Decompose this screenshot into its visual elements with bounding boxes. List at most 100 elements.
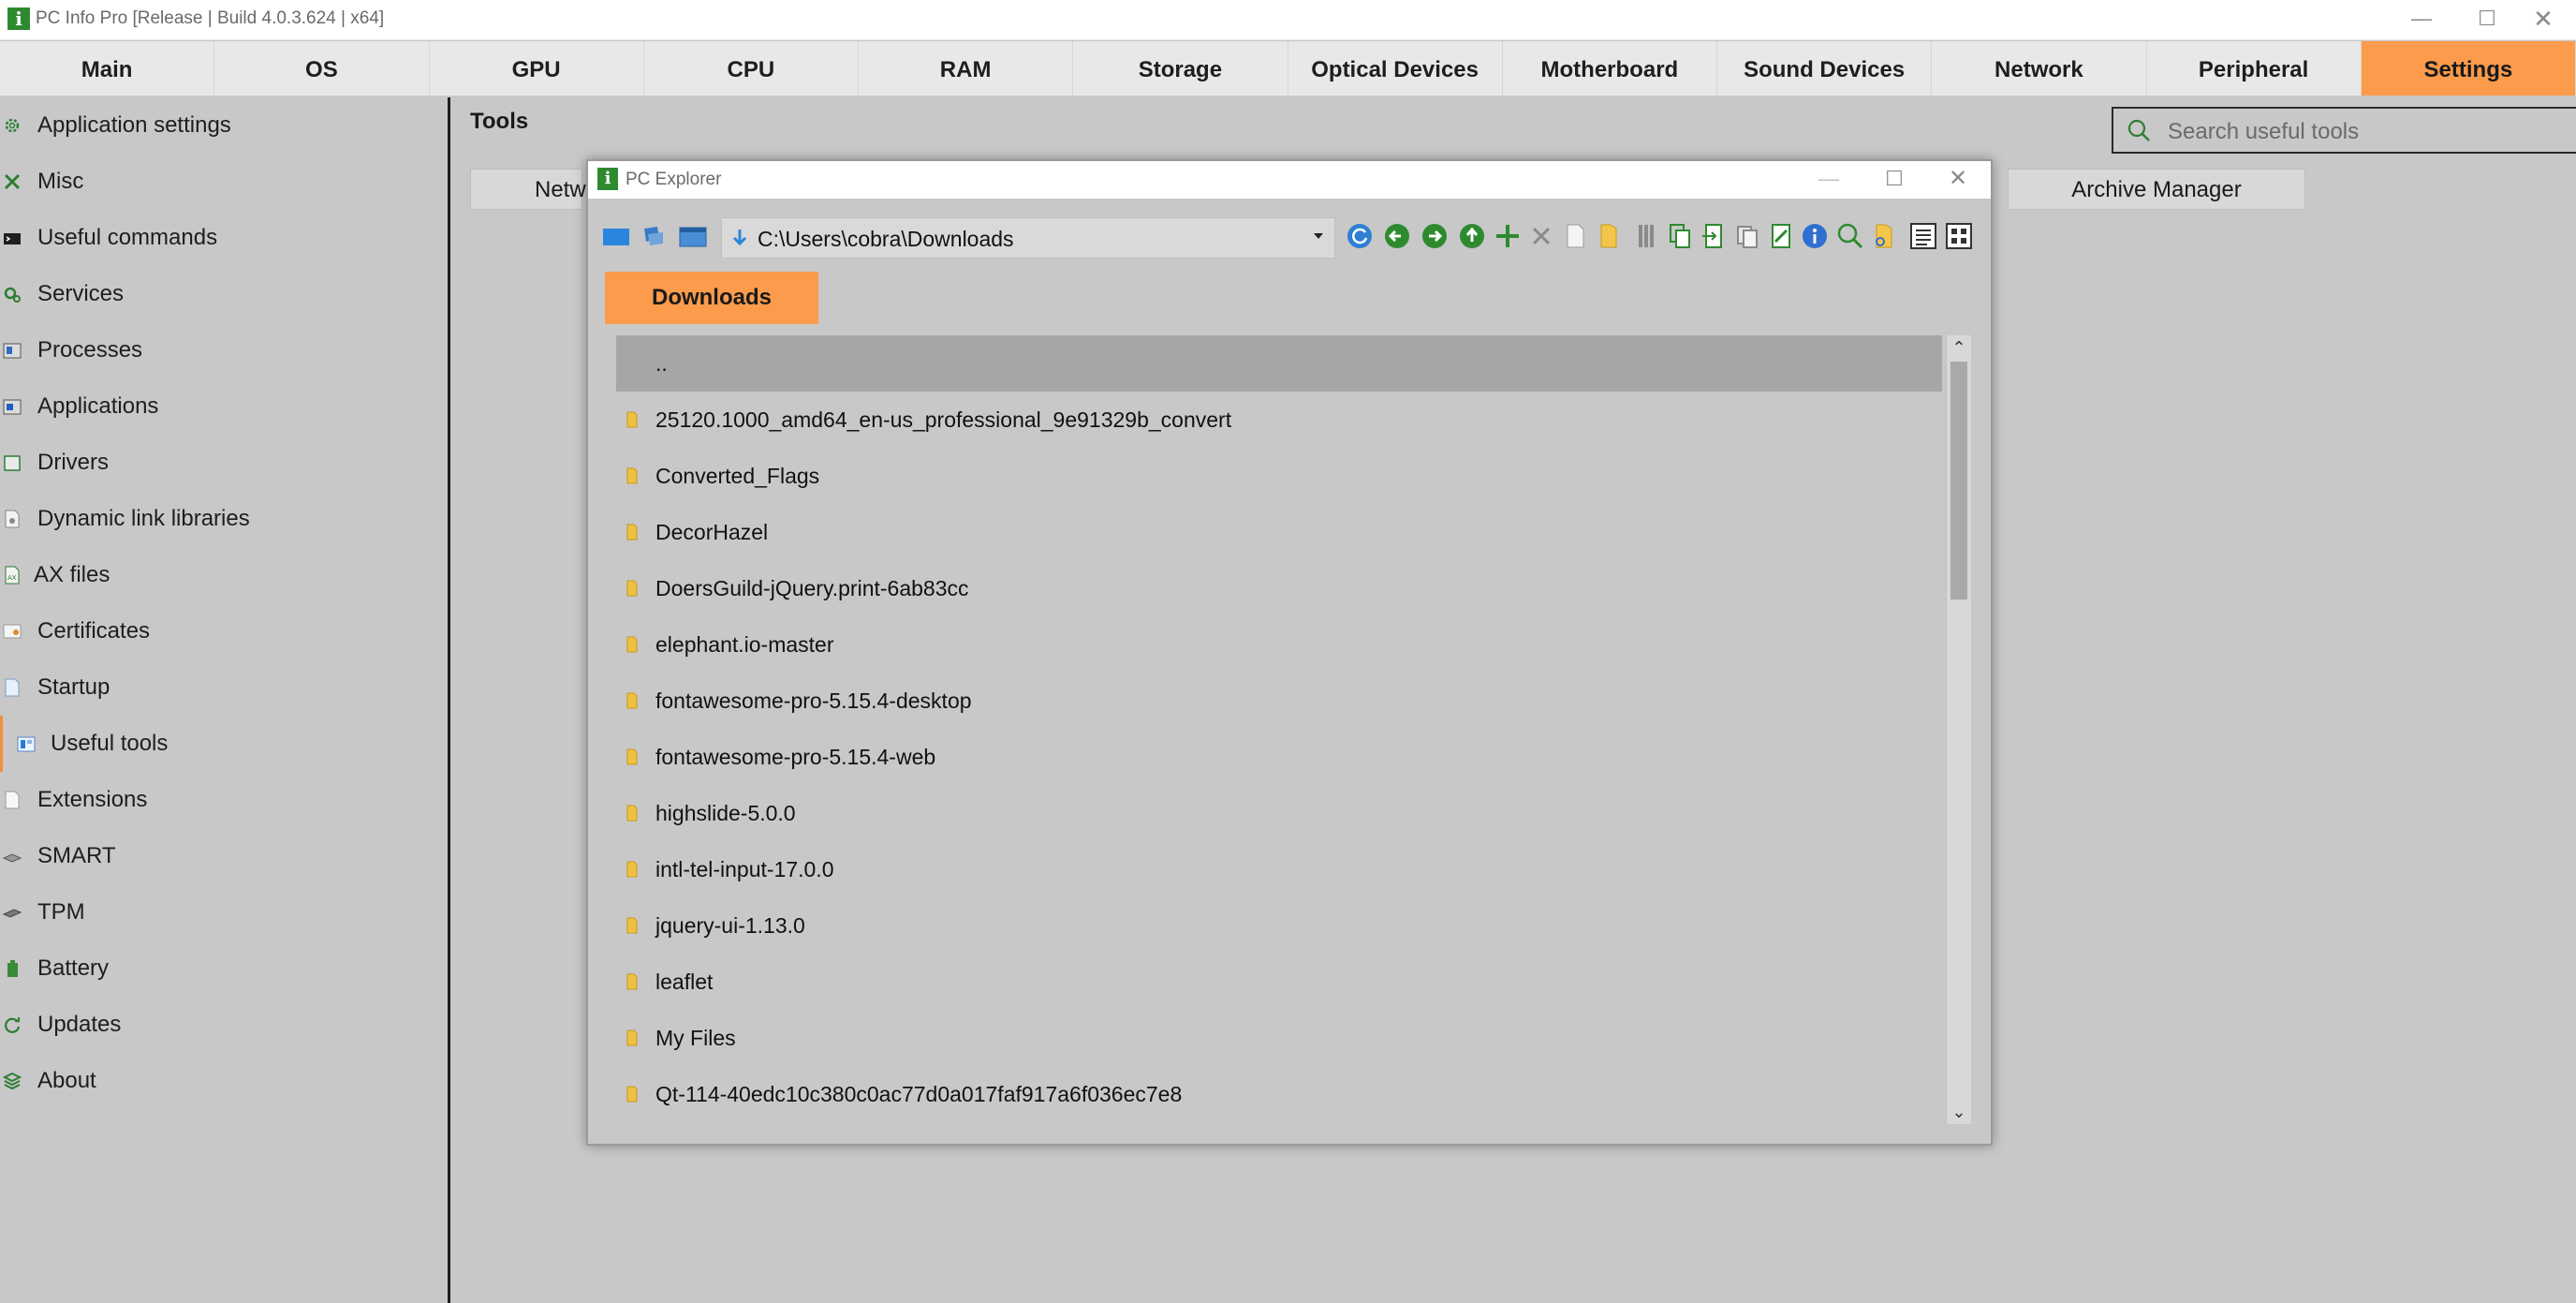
- folder-icon: [626, 917, 638, 934]
- tab-main[interactable]: Main: [0, 41, 215, 96]
- sidebar-item-battery[interactable]: Battery: [0, 940, 446, 997]
- window-view-icon[interactable]: [678, 221, 708, 251]
- folder-search-icon[interactable]: [1869, 221, 1899, 251]
- sidebar-item-dynamic-link-libraries[interactable]: Dynamic link libraries: [0, 491, 446, 547]
- list-view-icon[interactable]: [1908, 221, 1938, 251]
- back-arrow-icon[interactable]: [1382, 221, 1412, 251]
- sidebar-item-certificates[interactable]: Certificates: [0, 603, 446, 659]
- list-item[interactable]: Converted_Flags: [616, 448, 1942, 504]
- list-item[interactable]: 25120.1000_amd64_en-us_professional_9e91…: [616, 392, 1942, 448]
- tab-network[interactable]: Network: [1932, 41, 2147, 96]
- search-input[interactable]: [2166, 116, 2572, 148]
- file-name: ..: [655, 351, 668, 376]
- sidebar-item-services[interactable]: Services: [0, 266, 446, 322]
- dialog-maximize-button[interactable]: ☐: [1862, 161, 1927, 199]
- sidebar-item-updates[interactable]: Updates: [0, 997, 446, 1053]
- tab-peripheral[interactable]: Peripheral: [2146, 41, 2362, 96]
- list-item[interactable]: Qt-114-40edc10c380c0ac77d0a017faf917a6f0…: [616, 1066, 1942, 1122]
- list-item[interactable]: elephant.io-master: [616, 616, 1942, 673]
- sidebar-item-misc[interactable]: Misc: [0, 154, 446, 210]
- list-item[interactable]: highslide-5.0.0: [616, 785, 1942, 841]
- info-icon[interactable]: [1800, 221, 1830, 251]
- list-item[interactable]: fontawesome-pro-5.15.4-web: [616, 729, 1942, 785]
- folder-icon: [626, 692, 638, 709]
- list-item[interactable]: DoersGuild-jQuery.print-6ab83cc: [616, 560, 1942, 616]
- search-icon: [2127, 119, 2150, 141]
- tab-ram[interactable]: RAM: [859, 41, 1074, 96]
- sidebar-item-processes[interactable]: Processes: [0, 322, 446, 378]
- tab-os[interactable]: OS: [214, 41, 430, 96]
- file-name: elephant.io-master: [655, 632, 834, 657]
- tab-sound-devices[interactable]: Sound Devices: [1717, 41, 1933, 96]
- sidebar-item-applications[interactable]: Applications: [0, 378, 446, 435]
- add-icon[interactable]: [1493, 221, 1523, 251]
- dialog-minimize-button[interactable]: —: [1796, 161, 1862, 199]
- disk-icon: [3, 853, 22, 863]
- driver-icon: [4, 455, 21, 471]
- file-list-scrollbar[interactable]: ⌃ ⌄: [1946, 335, 1971, 1124]
- tab-gpu[interactable]: GPU: [429, 41, 644, 96]
- pc-explorer-dialog: i PC Explorer — ☐ ✕ C:\Users\cobra\Downl…: [586, 159, 1993, 1146]
- title-bar: i PC Info Pro [Release | Build 4.0.3.624…: [0, 0, 2576, 40]
- edit-icon[interactable]: [1766, 221, 1796, 251]
- close-button[interactable]: ✕: [2510, 0, 2576, 39]
- folder-icon: [626, 805, 638, 822]
- columns-icon[interactable]: [1631, 221, 1661, 251]
- tab-storage[interactable]: Storage: [1073, 41, 1288, 96]
- sidebar-item-ax-files[interactable]: AX AX files: [0, 547, 446, 603]
- sidebar-item-label: Startup: [37, 674, 110, 700]
- sidebar-item-label: AX files: [34, 562, 110, 587]
- scroll-down-icon[interactable]: ⌄: [1947, 1100, 1971, 1124]
- folder-tab-downloads[interactable]: Downloads: [605, 272, 818, 324]
- dialog-title: PC Explorer: [626, 170, 722, 189]
- path-combobox[interactable]: C:\Users\cobra\Downloads: [721, 217, 1335, 259]
- folder-icon: [626, 411, 638, 428]
- list-item[interactable]: DecorHazel: [616, 504, 1942, 560]
- tab-optical-devices[interactable]: Optical Devices: [1288, 41, 1503, 96]
- new-file-icon[interactable]: [1560, 221, 1590, 251]
- sidebar-item-application-settings[interactable]: Application settings: [0, 97, 446, 154]
- sidebar-item-tpm[interactable]: TPM: [0, 884, 446, 940]
- list-item[interactable]: My Files: [616, 1010, 1942, 1066]
- sidebar-item-smart[interactable]: SMART: [0, 828, 446, 884]
- network-tool-button[interactable]: Netw: [470, 169, 586, 210]
- sidebar-item-useful-commands[interactable]: Useful commands: [0, 210, 446, 266]
- dialog-close-button[interactable]: ✕: [1925, 161, 1991, 199]
- tab-cpu[interactable]: CPU: [643, 41, 859, 96]
- folder-icon: [626, 748, 638, 765]
- sidebar-item-label: Drivers: [37, 450, 109, 475]
- minimize-button[interactable]: —: [2389, 0, 2454, 39]
- sidebar-item-label: Useful tools: [51, 731, 169, 756]
- forward-arrow-icon[interactable]: [1420, 221, 1450, 251]
- list-item[interactable]: intl-tel-input-17.0.0: [616, 841, 1942, 897]
- new-folder-icon[interactable]: [1594, 221, 1624, 251]
- sidebar-item-extensions[interactable]: Extensions: [0, 772, 446, 828]
- sidebar-item-drivers[interactable]: Drivers: [0, 435, 446, 491]
- list-item[interactable]: ..: [616, 335, 1942, 392]
- tab-motherboard[interactable]: Motherboard: [1502, 41, 1717, 96]
- paste-icon[interactable]: [1732, 221, 1762, 251]
- scroll-thumb[interactable]: [1950, 362, 1967, 600]
- delete-icon[interactable]: [1526, 221, 1556, 251]
- sidebar-item-useful-tools[interactable]: Useful tools: [0, 716, 446, 772]
- list-item[interactable]: jquery-ui-1.13.0: [616, 897, 1942, 954]
- list-item[interactable]: fontawesome-pro-5.15.4-desktop: [616, 673, 1942, 729]
- scroll-up-icon[interactable]: ⌃: [1947, 335, 1971, 360]
- up-arrow-icon[interactable]: [1457, 221, 1487, 251]
- file-name: Qt-114-40edc10c380c0ac77d0a017faf917a6f0…: [655, 1082, 1183, 1106]
- computer-icon[interactable]: [601, 221, 631, 251]
- refresh-icon[interactable]: [1345, 221, 1375, 251]
- search-icon[interactable]: [1835, 221, 1865, 251]
- sidebar-item-startup[interactable]: Startup: [0, 659, 446, 716]
- folders-icon[interactable]: [639, 221, 669, 251]
- copy-icon[interactable]: [1665, 221, 1695, 251]
- tab-settings[interactable]: Settings: [2361, 41, 2576, 96]
- sidebar-item-label: About: [37, 1068, 96, 1093]
- list-item[interactable]: leaflet: [616, 954, 1942, 1010]
- move-icon[interactable]: [1699, 221, 1729, 251]
- sidebar-item-label: Processes: [37, 337, 143, 363]
- sidebar-item-about[interactable]: About: [0, 1053, 446, 1109]
- archive-manager-button[interactable]: Archive Manager: [2008, 169, 2305, 210]
- application-icon: [3, 399, 22, 415]
- grid-view-icon[interactable]: [1944, 221, 1974, 251]
